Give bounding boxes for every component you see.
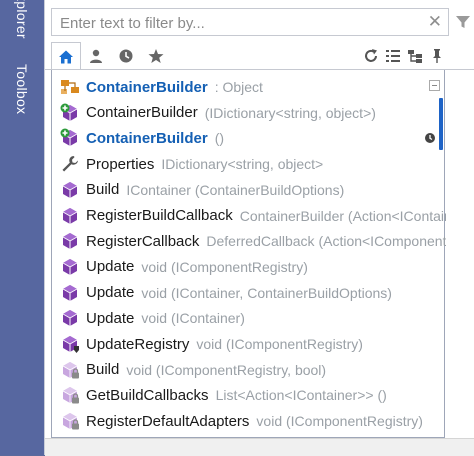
pin-icon [433, 49, 441, 63]
list-item[interactable]: Properties IDictionary<string, object> [60, 151, 446, 177]
list-item[interactable]: ContainerBuilder (IDictionary<string, obj… [60, 100, 446, 126]
clock-icon [119, 49, 133, 63]
list-item-signature: IDictionary<string, object> [161, 156, 324, 173]
list-item-name: RegisterBuildCallback [86, 207, 233, 224]
list-item-signature: () [214, 130, 225, 147]
method-icon [60, 257, 80, 277]
list-item-name: Properties [86, 155, 155, 173]
list-item-signature: void (IComponentRegistry) [141, 258, 308, 275]
pin-button[interactable] [427, 46, 447, 66]
tab-explorer-label: xplorer [14, 0, 30, 39]
home-icon [59, 50, 73, 63]
list-item[interactable]: UpdateRegistry void (IComponentRegistry) [60, 331, 446, 357]
list-item[interactable]: Build IContainer (ContainerBuildOptions) [60, 177, 446, 203]
list-item-signature: void (IContainer, ContainerBuildOptions) [141, 284, 392, 301]
refresh-button[interactable] [361, 46, 381, 66]
tab-favorites[interactable] [141, 42, 171, 70]
list-item[interactable]: ContainerBuilder () [60, 125, 446, 151]
list-item-signature: : Object [214, 79, 263, 95]
list-item-signature: void (IContainer) [141, 310, 245, 327]
class-icon [60, 77, 80, 97]
list-item-name: Update [86, 284, 135, 302]
method-shield-icon [60, 334, 80, 354]
constructor-icon [60, 128, 80, 148]
method-icon [60, 206, 80, 226]
list-item[interactable]: Update void (IContainer) [60, 305, 446, 331]
list-item[interactable]: Update void (IComponentRegistry) [60, 254, 446, 280]
method-icon [60, 308, 80, 328]
list-item-name: Update [86, 258, 135, 276]
list-item[interactable]: RegisterBuildCallback ContainerBuilder (A… [60, 203, 446, 229]
tab-explorer[interactable]: xplorer [0, 0, 44, 50]
hierarchy-icon [408, 50, 422, 63]
filter-funnel-button[interactable] [453, 8, 473, 36]
list-item-name: UpdateRegistry [86, 335, 190, 353]
list-item-name: ContainerBuilder [86, 78, 208, 96]
tab-recent[interactable] [111, 42, 141, 70]
list-item-name: ContainerBuilder [86, 129, 208, 147]
tab-home[interactable] [51, 42, 81, 70]
list-item-name: RegisterCallback [86, 232, 200, 250]
refresh-icon [365, 49, 377, 62]
method-icon [60, 283, 80, 303]
list-item-name: RegisterDefaultAdapters [86, 412, 250, 430]
method-icon [60, 231, 80, 251]
filter-box: ✕ [51, 8, 449, 37]
list-item-signature: ContainerBuilder (Action<IContainer [239, 207, 446, 224]
person-icon [90, 49, 102, 63]
clear-icon[interactable]: ✕ [428, 11, 442, 33]
hierarchy-button[interactable] [405, 46, 425, 66]
list-item-name: Build [86, 181, 120, 199]
list-item-signature: IContainer (ContainerBuildOptions) [126, 181, 345, 198]
list-item[interactable]: Build void (IComponentRegistry, bool) [60, 357, 446, 383]
tab-person[interactable] [81, 42, 111, 70]
filter-input[interactable] [58, 9, 402, 37]
list-item-name: GetBuildCallbacks [86, 386, 209, 404]
star-icon [148, 49, 164, 63]
funnel-icon [456, 16, 470, 28]
toolbar [45, 42, 474, 70]
list-item[interactable]: GetBuildCallbacks List<Action<IContainer>… [60, 382, 446, 408]
tab-toolbox-label: Toolbox [14, 64, 30, 115]
private-method-icon [60, 385, 80, 405]
structure-panel: ✕ [44, 0, 474, 456]
method-icon [60, 180, 80, 200]
list-item-signature: (IDictionary<string, object>) [204, 104, 376, 121]
list-item-signature: void (IComponentRegistry, bool) [126, 361, 327, 378]
list-item-signature: void (IComponentRegistry) [256, 413, 423, 430]
list-icon [386, 50, 400, 62]
list-item-signature: DeferredCallback (Action<IComponentReg [206, 233, 446, 250]
list-item-name: Build [86, 361, 120, 379]
status-bar [45, 438, 474, 456]
tab-toolbox[interactable]: Toolbox [0, 64, 44, 134]
list-view-button[interactable] [383, 46, 403, 66]
private-method-icon [60, 411, 80, 431]
constructor-icon [60, 103, 80, 123]
list-item-name: ContainerBuilder [86, 104, 198, 122]
list-item-signature: List<Action<IContainer>> () [215, 387, 387, 404]
list-item[interactable]: Update void (IContainer, ContainerBuildOp… [60, 280, 446, 306]
list-item[interactable]: ContainerBuilder : Object [60, 74, 446, 100]
list-item[interactable]: RegisterDefaultAdapters void (IComponentR… [60, 408, 446, 434]
list-item-name: Update [86, 309, 135, 327]
private-method-icon [60, 360, 80, 380]
wrench-icon [60, 154, 80, 174]
members-list: ContainerBuilder : Object ContainerBuilde… [51, 70, 446, 438]
list-item-signature: void (IComponentRegistry) [196, 336, 363, 352]
list-item[interactable]: RegisterCallback DeferredCallback (Action… [60, 228, 446, 254]
